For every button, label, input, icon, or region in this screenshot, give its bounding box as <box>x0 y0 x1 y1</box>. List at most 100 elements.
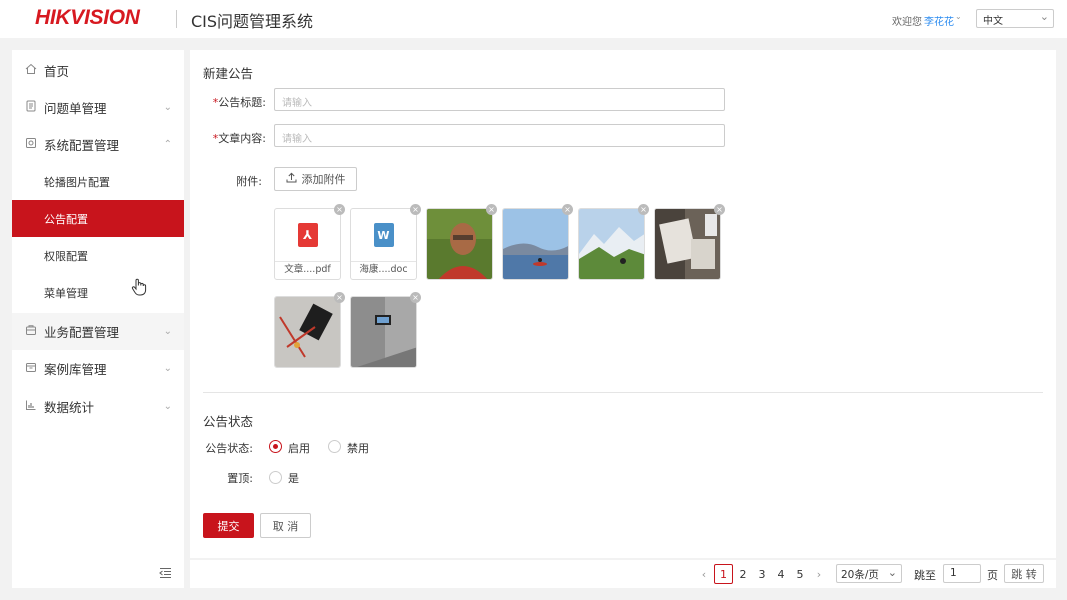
logo: HIKVISION <box>35 6 140 29</box>
next-page-icon[interactable]: › <box>813 564 825 584</box>
page-size-select[interactable]: 20条/页 ⌄ <box>836 564 902 583</box>
jump-button[interactable]: 跳 转 <box>1004 564 1044 583</box>
title-label: *公告标题: <box>190 94 266 110</box>
status-enabled-radio[interactable] <box>269 440 282 453</box>
attachment-filename: 海康....doc <box>359 264 408 275</box>
add-attachment-button[interactable]: 添加附件 <box>274 167 357 191</box>
section-divider <box>203 392 1043 393</box>
sidebar-item-label: 首页 <box>44 64 70 79</box>
home-icon <box>24 63 38 78</box>
status-disabled-label[interactable]: 禁用 <box>347 440 369 456</box>
attachment-image-kayak[interactable]: × <box>502 204 573 280</box>
attachment-pdf[interactable]: ⅄ 文章....pdf × <box>274 204 345 280</box>
hand-cursor-icon <box>131 278 147 300</box>
language-select[interactable]: 中文 ⌄ <box>976 9 1054 28</box>
sidebar-subitem-label: 轮播图片配置 <box>44 175 110 189</box>
pin-yes-label[interactable]: 是 <box>288 470 299 486</box>
sidebar-subitem-carousel[interactable]: 轮播图片配置 <box>12 163 184 200</box>
sidebar-item-business-config[interactable]: 业务配置管理 ⌄ <box>12 313 184 350</box>
sidebar-item-system-config[interactable]: 系统配置管理 ⌃ <box>12 126 184 163</box>
remove-attachment-icon[interactable]: × <box>562 204 573 215</box>
remove-attachment-icon[interactable]: × <box>334 204 345 215</box>
sidebar-item-label: 业务配置管理 <box>44 325 120 340</box>
phone-photo <box>275 297 340 367</box>
section-title-status: 公告状态 <box>203 414 254 429</box>
remove-attachment-icon[interactable]: × <box>486 204 497 215</box>
language-value: 中文 <box>983 16 1003 27</box>
sidebar-item-home[interactable]: 首页 <box>12 52 184 89</box>
sidebar-item-label: 系统配置管理 <box>44 138 120 153</box>
chevron-down-icon: ⌄ <box>163 102 172 113</box>
attachment-doc[interactable]: W 海康....doc × <box>350 204 421 280</box>
upload-icon <box>286 172 297 186</box>
attachment-label: 附件: <box>236 175 262 188</box>
attachment-image-desk[interactable]: × <box>654 204 725 280</box>
prev-page-icon[interactable]: ‹ <box>698 564 710 584</box>
welcome-text: 欢迎您 <box>892 17 922 28</box>
jump-page-input[interactable]: 1 <box>943 564 981 583</box>
remove-attachment-icon[interactable]: × <box>638 204 649 215</box>
attachment-filename: 文章....pdf <box>284 264 331 275</box>
sidebar-subitem-label: 菜单管理 <box>44 286 88 300</box>
sidebar-subitem-label: 公告配置 <box>44 212 88 226</box>
sidebar-item-statistics[interactable]: 数据统计 ⌄ <box>12 388 184 425</box>
remove-attachment-icon[interactable]: × <box>334 292 345 303</box>
sidebar-subitem-menu[interactable]: 菜单管理 <box>12 274 184 311</box>
sidebar-subitem-announcement[interactable]: 公告配置 <box>12 200 184 237</box>
remove-attachment-icon[interactable]: × <box>714 204 725 215</box>
main-panel: 新建公告 *公告标题: 请输入 *文章内容: 请输入 附件: 添加附件 ⅄ 文章… <box>190 50 1056 558</box>
chevron-down-icon[interactable]: ⌄ <box>955 12 962 21</box>
page-1[interactable]: 1 <box>714 564 733 584</box>
chevron-down-icon: ⌄ <box>887 566 897 579</box>
chevron-down-icon: ⌄ <box>163 363 172 374</box>
sidebar-item-label: 案例库管理 <box>44 362 107 377</box>
word-file-icon: W <box>351 209 416 261</box>
collapse-menu-icon[interactable] <box>159 567 172 583</box>
title-label-text: 公告标题: <box>218 96 266 109</box>
briefcase-icon <box>24 324 38 339</box>
pdf-file-icon: ⅄ <box>275 209 340 261</box>
sidebar-subitem-label: 权限配置 <box>44 249 88 263</box>
content-label-text: 文章内容: <box>218 132 266 145</box>
status-disabled-radio[interactable] <box>328 440 341 453</box>
pin-yes-radio[interactable] <box>269 471 282 484</box>
cancel-button[interactable]: 取 消 <box>260 513 311 538</box>
chevron-down-icon: ⌄ <box>1039 10 1049 23</box>
attachment-image-mountains[interactable]: × <box>578 204 649 280</box>
remove-attachment-icon[interactable]: × <box>410 292 421 303</box>
sidebar: 首页 问题单管理 ⌄ 系统配置管理 ⌃ 轮播图片配置 公告配置 权限配置 菜单管… <box>12 50 184 588</box>
remove-attachment-icon[interactable]: × <box>410 204 421 215</box>
title-input[interactable]: 请输入 <box>274 88 725 111</box>
user-menu[interactable]: 李花花 <box>924 13 954 28</box>
sidebar-item-issues[interactable]: 问题单管理 ⌄ <box>12 89 184 126</box>
content-label: *文章内容: <box>190 130 266 146</box>
page-2[interactable]: 2 <box>736 564 750 584</box>
mountain-photo <box>579 209 644 279</box>
add-attachment-label: 添加附件 <box>301 173 346 186</box>
attachment-image-phone[interactable]: × <box>274 292 345 368</box>
sidebar-item-case-library[interactable]: 案例库管理 ⌄ <box>12 350 184 387</box>
page-5[interactable]: 5 <box>793 564 807 584</box>
room-photo <box>351 297 416 367</box>
attachment-image-room[interactable]: × <box>350 292 421 368</box>
page-size-value: 20条/页 <box>841 569 879 581</box>
content-input[interactable]: 请输入 <box>274 124 725 147</box>
submit-button[interactable]: 提交 <box>203 513 254 538</box>
settings-icon <box>24 137 38 152</box>
kayak-photo <box>503 209 568 279</box>
chevron-down-icon: ⌄ <box>163 401 172 412</box>
sidebar-subitem-permissions[interactable]: 权限配置 <box>12 237 184 274</box>
attachment-image-portrait[interactable]: × <box>426 204 497 280</box>
document-icon <box>24 100 38 115</box>
chart-icon <box>24 399 38 414</box>
jump-to-label: 跳至 <box>914 569 936 582</box>
app-title: CIS问题管理系统 <box>191 12 314 31</box>
status-enabled-label[interactable]: 启用 <box>288 440 310 456</box>
page-4[interactable]: 4 <box>774 564 788 584</box>
pagination-bar: ‹ 1 2 3 4 5 › 20条/页 ⌄ 跳至 1 页 跳 转 <box>190 560 1056 588</box>
status-label: 公告状态: <box>205 442 253 455</box>
top-header: HIKVISION CIS问题管理系统 欢迎您 李花花 ⌄ 中文 ⌄ <box>0 0 1067 38</box>
chevron-down-icon: ⌄ <box>163 326 172 337</box>
page-unit-label: 页 <box>987 569 998 582</box>
page-3[interactable]: 3 <box>755 564 769 584</box>
